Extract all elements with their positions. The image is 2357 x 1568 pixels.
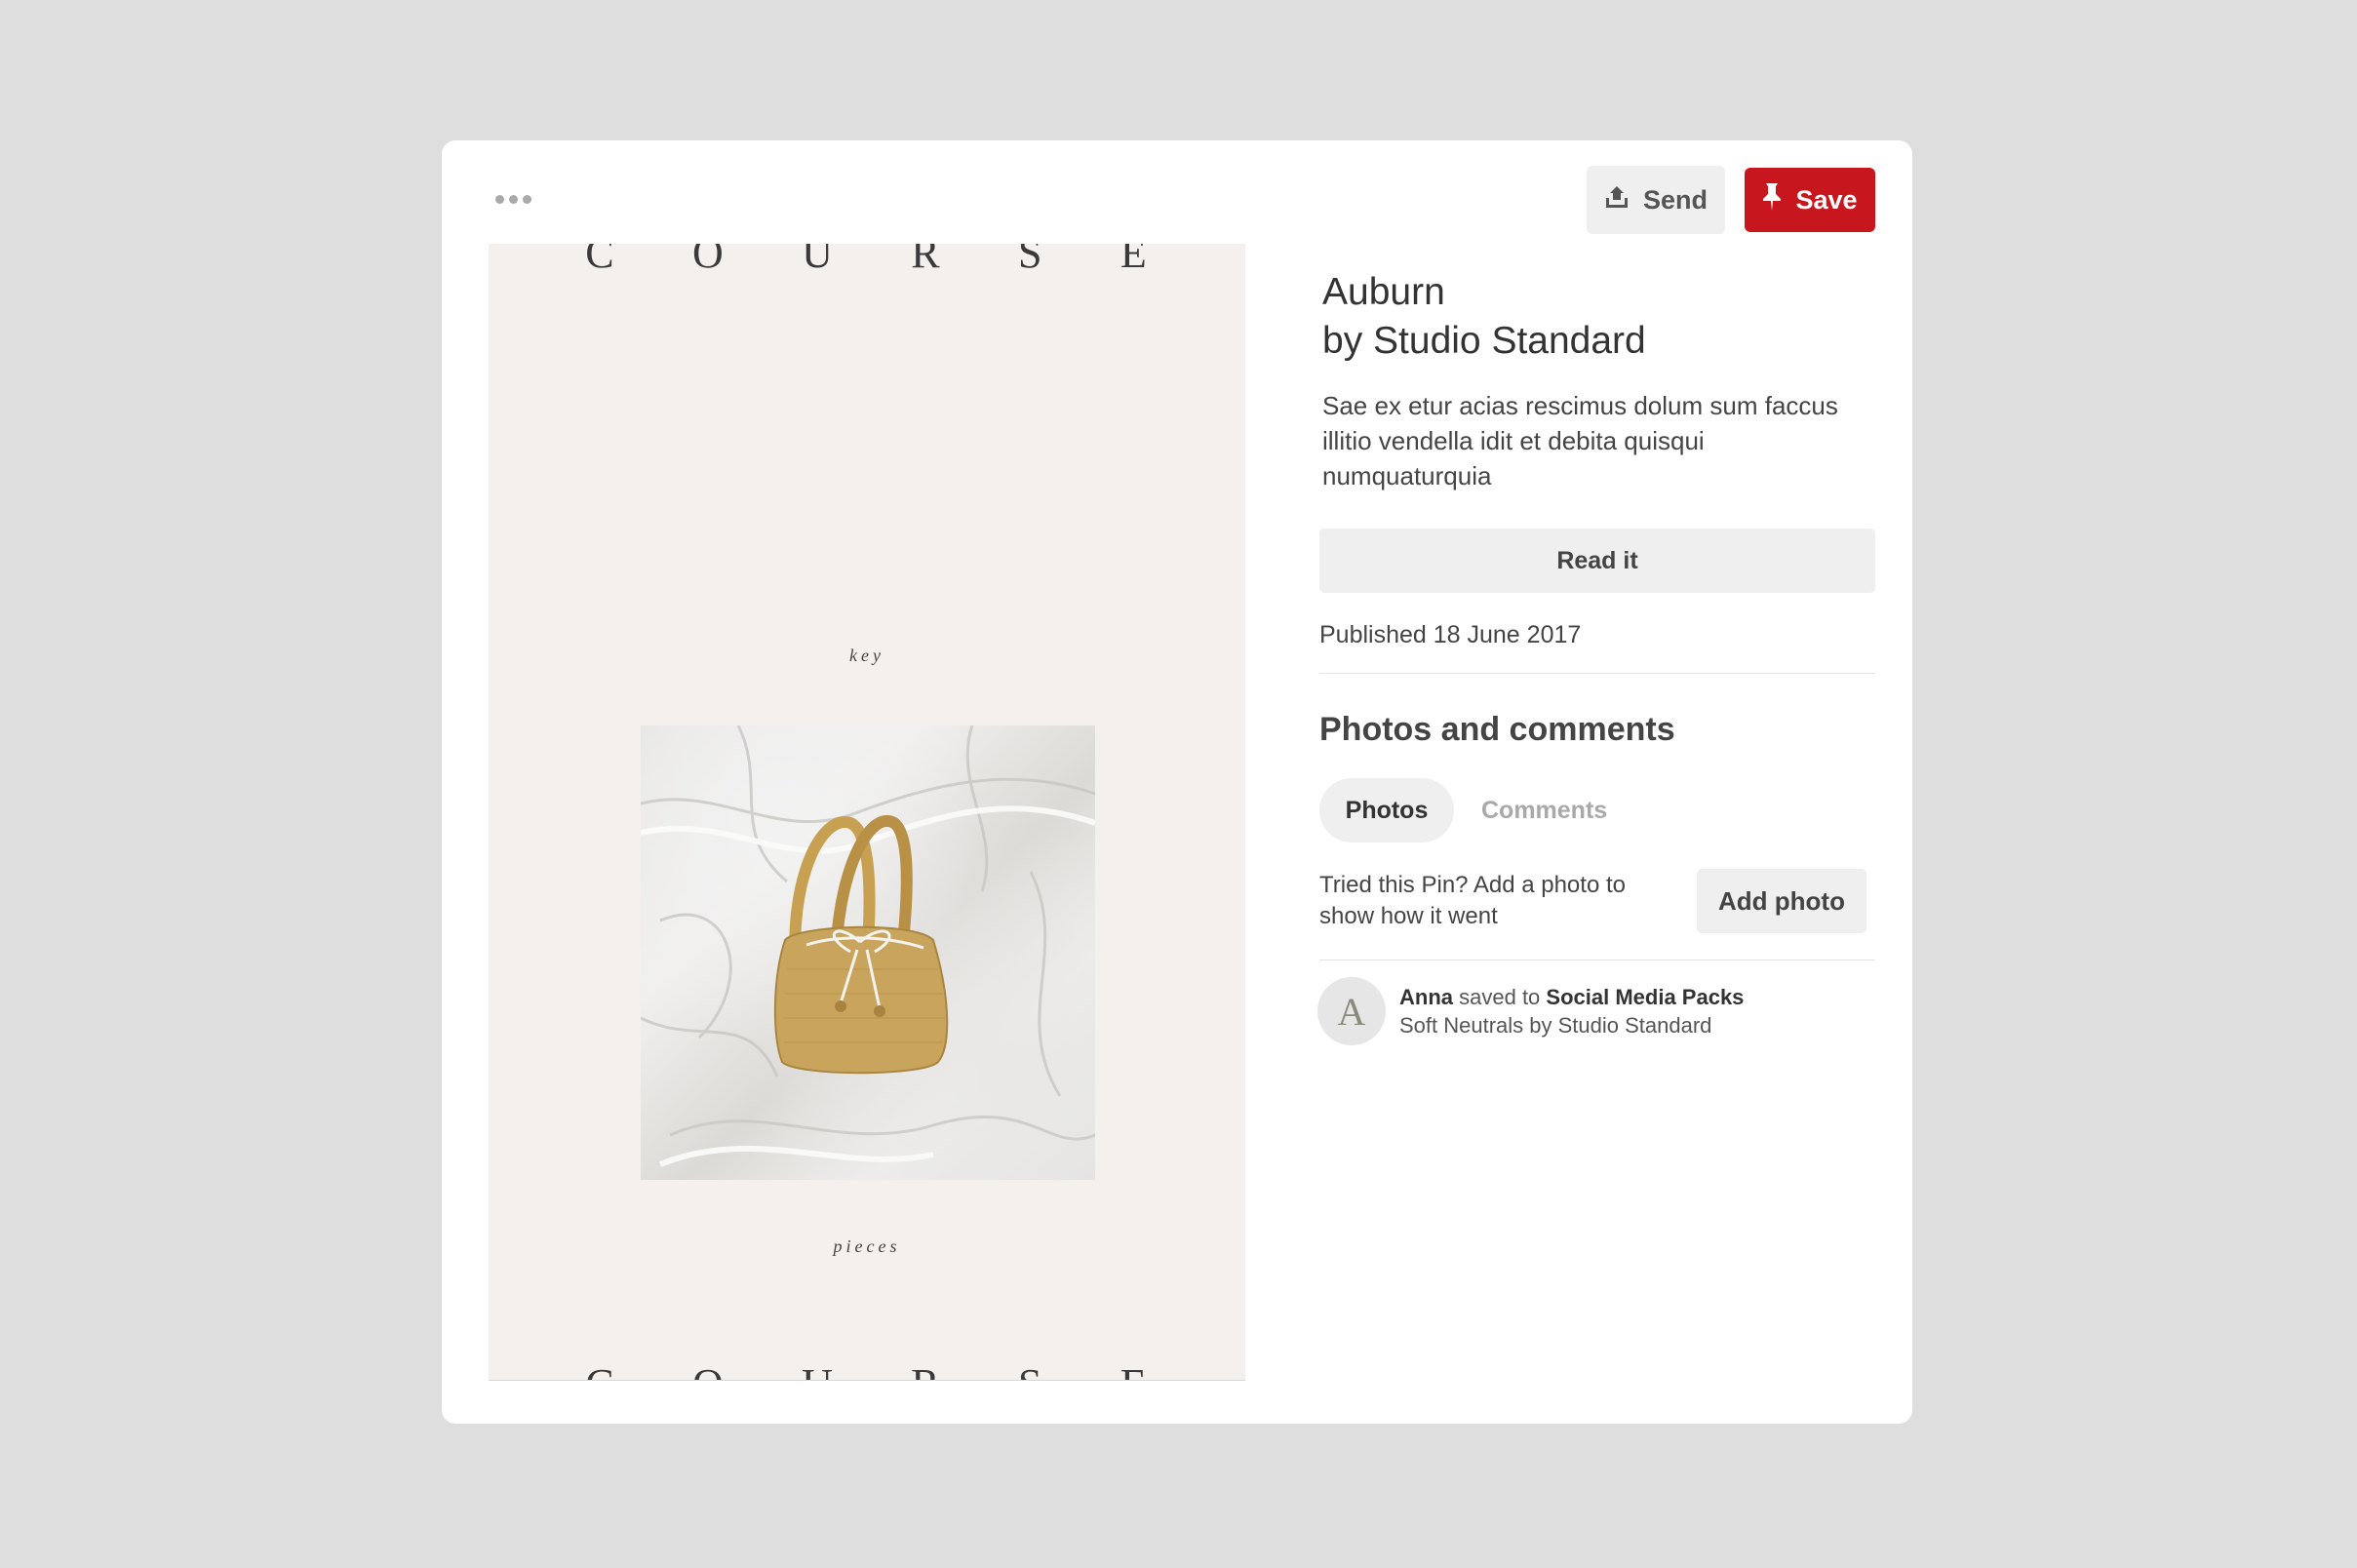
more-options-icon[interactable] [495,195,531,204]
add-photo-prompt: Tried this Pin? Add a photo to show how … [1319,872,1626,929]
tab-comments[interactable]: Comments [1481,778,1607,843]
send-label: Send [1642,184,1708,215]
pin-description: Sae ex etur acias rescimus dolum sum fac… [1322,391,1838,490]
published-date: Published 18 June 2017 [1319,621,1582,648]
word-pieces: pieces [833,1236,901,1256]
word-key: key [849,646,884,665]
pin-card: Send Save C O U R S E key pieces Auburn … [442,140,1912,1424]
save-label: Save [1795,184,1858,215]
activity-board[interactable]: Social Media Packs [1546,985,1744,1009]
send-button[interactable]: Send [1587,166,1725,234]
divider [1319,673,1875,674]
share-upload-icon [1604,184,1630,216]
save-button[interactable]: Save [1745,168,1875,232]
activity-entry: Anna saved to Social Media Packs Soft Ne… [1399,983,1867,1039]
bag-photo [641,725,1095,1180]
dot [523,195,531,204]
photos-comments-title: Photos and comments [1319,711,1675,748]
add-photo-button[interactable]: Add photo [1697,869,1866,933]
pushpin-icon [1762,182,1782,218]
course-letters-top: C O U R S E [585,244,1149,277]
activity-subtitle: Soft Neutrals by Studio Standard [1399,1013,1712,1038]
pin-title: Auburn by Studio Standard [1322,268,1868,366]
pin-title-line1: Auburn [1322,271,1445,313]
activity-line: Anna saved to Social Media Packs [1399,983,1867,1011]
activity-user[interactable]: Anna [1399,985,1453,1009]
read-it-button[interactable]: Read it [1319,529,1875,593]
course-letters-bottom: C O U R S E [489,1359,1245,1380]
dot [495,195,504,204]
dot [509,195,518,204]
pin-title-line2: by Studio Standard [1322,320,1646,362]
avatar[interactable]: A [1317,977,1386,1045]
activity-verb: saved to [1459,985,1541,1009]
pin-image[interactable]: C O U R S E key pieces [489,244,1245,1381]
tab-photos[interactable]: Photos [1319,778,1454,843]
